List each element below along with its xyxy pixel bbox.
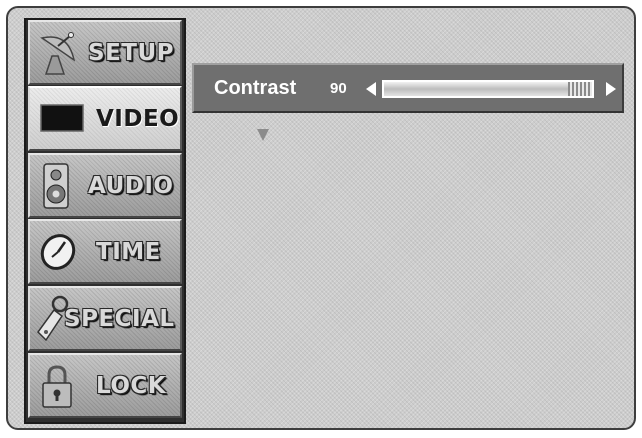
clock-icon	[38, 233, 78, 275]
contrast-slider[interactable]	[382, 80, 594, 98]
menu-label-video: VIDEO	[96, 106, 180, 132]
menu-label-audio: AUDIO	[88, 173, 174, 199]
setting-name-label: Contrast	[214, 77, 297, 99]
menu-label-lock: LOCK	[96, 373, 167, 399]
increase-arrow-icon[interactable]	[606, 82, 616, 96]
tv-screen-icon	[40, 104, 84, 136]
setting-value: 90	[330, 80, 347, 97]
menu-item-time[interactable]: TIME	[28, 219, 182, 284]
satellite-dish-icon	[38, 30, 80, 80]
menu-label-setup: SETUP	[88, 40, 174, 66]
menu-label-time: TIME	[96, 239, 161, 265]
padlock-icon	[40, 363, 74, 415]
menu-item-audio[interactable]: AUDIO	[28, 153, 182, 218]
menu-item-setup[interactable]: SETUP	[28, 20, 182, 85]
slider-tick-marks	[568, 82, 592, 96]
menu-item-special[interactable]: SPECIAL	[28, 286, 182, 351]
slider-fill	[384, 82, 572, 96]
menu-item-video[interactable]: VIDEO	[28, 86, 182, 151]
down-arrow-icon	[257, 129, 269, 141]
decrease-arrow-icon[interactable]	[366, 82, 376, 96]
menu-item-lock[interactable]: LOCK	[28, 353, 182, 418]
menu-sidebar: SETUP VIDEO AUDIO TIME SPECIAL LOCK	[24, 18, 186, 424]
menu-label-special: SPECIAL	[64, 306, 175, 332]
osd-screen: SETUP VIDEO AUDIO TIME SPECIAL LOCK Cont…	[6, 6, 636, 430]
speaker-icon	[42, 163, 70, 213]
contrast-setting-row: Contrast 90	[192, 63, 624, 113]
